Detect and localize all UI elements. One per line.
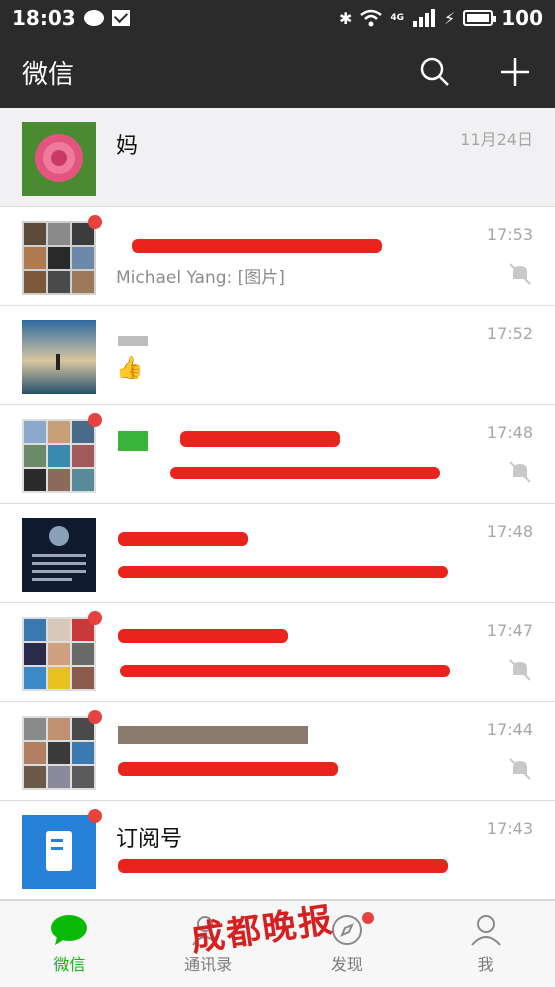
redaction-mark xyxy=(170,467,440,479)
tab-me[interactable]: 我 xyxy=(426,913,546,975)
mute-bell-icon xyxy=(509,461,531,483)
redaction-mark xyxy=(120,665,450,677)
avatar xyxy=(22,320,96,394)
mute-bell-icon xyxy=(509,263,531,285)
chat-time: 17:53 xyxy=(486,225,533,244)
chat-name: 订阅号 xyxy=(116,827,183,852)
battery-icon xyxy=(463,10,497,26)
redaction-mark xyxy=(118,629,288,643)
group-avatar xyxy=(22,617,96,691)
group-avatar xyxy=(22,221,96,295)
chat-preview: Michael Yang: [图片] xyxy=(116,268,285,288)
redaction-mark xyxy=(118,726,308,744)
group-avatar xyxy=(22,419,96,493)
chat-row-group[interactable]: 17:53 Michael Yang: [图片] xyxy=(0,207,555,306)
chat-time: 11月24日 xyxy=(460,130,533,149)
green-tag xyxy=(118,431,148,451)
chat-row-mom[interactable]: 妈 11月24日 xyxy=(0,108,555,207)
redaction-mark xyxy=(118,762,338,776)
discover-unread-dot xyxy=(362,912,374,924)
page-title: 微信 xyxy=(22,59,75,90)
wifi-icon xyxy=(360,9,383,27)
message-notification-icon xyxy=(83,10,104,26)
avatar xyxy=(22,122,96,196)
chat-time: 17:43 xyxy=(486,819,533,838)
search-icon[interactable] xyxy=(417,54,453,90)
tab-label: 我 xyxy=(477,955,494,974)
chat-bubble-icon xyxy=(51,915,88,945)
network-type: 4G xyxy=(390,13,405,23)
charging-icon: ⚡ xyxy=(444,8,456,28)
unread-dot xyxy=(88,710,102,724)
tab-chats[interactable]: 微信 xyxy=(9,913,129,975)
tab-label: 微信 xyxy=(53,955,86,974)
chat-time: 17:52 xyxy=(486,324,533,343)
unread-dot xyxy=(88,215,102,229)
chat-row-group[interactable]: 17:48 xyxy=(0,405,555,504)
avatar xyxy=(22,518,96,592)
signal-icon xyxy=(413,9,436,27)
redaction-mark xyxy=(118,532,248,546)
chat-name: 妈 xyxy=(116,134,139,159)
mute-bell-icon xyxy=(509,659,531,681)
redaction-mark xyxy=(118,859,448,873)
chat-row-group[interactable]: 17:44 xyxy=(0,702,555,801)
chat-row-group[interactable]: 17:47 xyxy=(0,603,555,702)
chat-list: 妈 11月24日 17:53 Michael Yang: [图片] 17:52 … xyxy=(0,108,555,900)
redaction-mark xyxy=(180,431,340,447)
chat-time: 17:47 xyxy=(486,621,533,640)
unread-dot xyxy=(88,413,102,427)
chat-time: 17:44 xyxy=(486,720,533,739)
thumbs-up-emoji-icon: 👍 xyxy=(116,356,144,381)
chat-row[interactable]: 17:48 xyxy=(0,504,555,603)
status-time: 18:03 xyxy=(12,6,76,30)
chat-row-subscriptions[interactable]: 订阅号 17:43 xyxy=(0,801,555,900)
chat-time: 17:48 xyxy=(486,522,533,541)
mail-icon xyxy=(111,10,130,26)
group-avatar xyxy=(22,716,96,790)
add-icon[interactable] xyxy=(497,54,533,90)
redaction-mark xyxy=(118,336,148,346)
person-icon xyxy=(470,915,501,946)
chat-time: 17:48 xyxy=(486,423,533,442)
top-nav-bar: 微信 xyxy=(0,36,555,108)
chat-row[interactable]: 17:52 👍 xyxy=(0,306,555,405)
subscription-avatar xyxy=(22,815,96,889)
bluetooth-icon: ✱ xyxy=(338,8,353,28)
tab-label: 发现 xyxy=(330,955,363,974)
unread-dot xyxy=(88,809,102,823)
battery-level: 100 xyxy=(501,6,543,30)
mute-bell-icon xyxy=(509,758,531,780)
status-bar: 18:03 ✱ 4G ⚡ 100 xyxy=(0,0,555,36)
unread-dot xyxy=(88,611,102,625)
redaction-mark xyxy=(132,239,382,253)
redaction-mark xyxy=(118,566,448,578)
